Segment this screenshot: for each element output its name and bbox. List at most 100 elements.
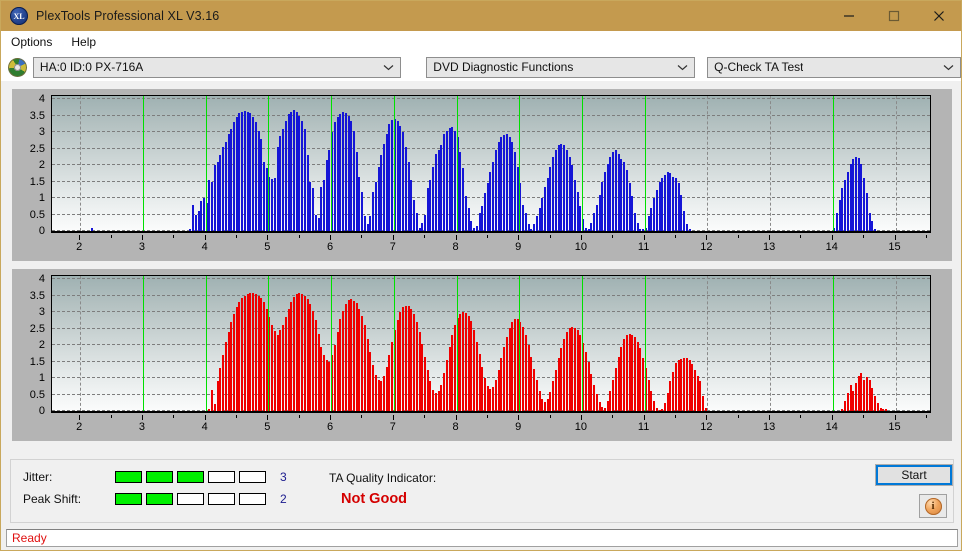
chart-bar <box>484 193 486 231</box>
chart-bar <box>506 133 508 231</box>
x-axis-minor-tick <box>675 235 676 238</box>
chart-bar <box>260 298 262 411</box>
chart-bar <box>536 379 538 411</box>
x-axis-minor-tick <box>925 235 927 238</box>
x-axis-minor-tick <box>424 415 426 418</box>
start-button[interactable]: Start <box>875 464 953 486</box>
chart-bar <box>530 229 532 231</box>
chart-bar <box>462 168 464 231</box>
chart-bar <box>225 341 227 411</box>
chart-bar <box>514 151 516 231</box>
x-axis-minor-tick <box>236 415 237 418</box>
chart-bar <box>525 212 527 231</box>
chart-bar <box>470 321 472 411</box>
marker-line <box>331 96 333 231</box>
chart-bar <box>238 113 240 231</box>
x-axis-tick-label: 8 <box>452 421 459 433</box>
chart-bar <box>847 171 849 231</box>
x-axis-tick-label: 15 <box>888 241 901 253</box>
chart-bar <box>585 227 587 231</box>
marker-line <box>205 96 207 231</box>
marker-line <box>393 96 395 231</box>
meter-cell <box>239 471 266 483</box>
chart-bar <box>653 401 655 411</box>
chart-bar <box>465 196 467 231</box>
status-bar: Ready <box>6 529 958 547</box>
chart-bar <box>593 384 595 411</box>
test-select[interactable]: Q-Check TA Test <box>707 56 961 78</box>
meter-cell <box>115 493 142 505</box>
chart-bar <box>195 214 197 231</box>
y-axis-tick-label: 3.5 <box>29 109 45 122</box>
x-axis-tick-label: 13 <box>762 421 776 433</box>
minimize-icon[interactable] <box>826 1 871 31</box>
chart-bar <box>372 364 374 411</box>
chart-bar <box>481 206 483 231</box>
chart-bar <box>866 193 868 231</box>
chart-bar <box>249 293 251 411</box>
chart-bar <box>615 368 617 411</box>
grid-line-horizontal <box>52 327 930 329</box>
chart-bar <box>593 212 595 231</box>
chart-bar <box>388 124 390 231</box>
x-axis-tick-label: 13 <box>762 241 776 253</box>
chart-bar <box>222 355 224 411</box>
marker-line <box>393 276 395 411</box>
marker-line <box>456 276 458 411</box>
x-axis-tick-label: 7 <box>389 241 396 253</box>
maximize-icon[interactable] <box>871 1 916 31</box>
chart-bar <box>328 361 330 411</box>
x-axis-tick-label: 4 <box>201 421 208 433</box>
function-select[interactable]: DVD Diagnostic Functions <box>426 56 696 78</box>
chart-bar <box>233 122 235 231</box>
chart-bar <box>694 369 696 411</box>
chart-bar <box>705 407 707 411</box>
marker-line <box>519 96 521 231</box>
chart-bar <box>214 404 216 411</box>
chart-bar <box>563 338 565 411</box>
chart-bar <box>421 222 423 231</box>
grid-line-vertical <box>770 276 772 411</box>
x-axis-tick <box>330 235 332 240</box>
chart-bar <box>222 147 224 231</box>
marker-line <box>581 96 583 231</box>
peak-shift-meter-row: Peak Shift: 2 <box>23 492 287 506</box>
chart-bar <box>375 181 377 231</box>
chart-bar <box>249 113 251 231</box>
chart-bar <box>285 120 287 231</box>
chart-bar <box>481 366 483 411</box>
chart-bar <box>533 368 535 411</box>
x-axis-tick <box>79 415 81 420</box>
chart-bar <box>680 358 682 411</box>
chart-bar <box>620 346 622 411</box>
window-title: PlexTools Professional XL V3.16 <box>36 9 220 23</box>
menu-item-help[interactable]: Help <box>62 33 105 51</box>
x-axis-minor-tick <box>863 415 865 418</box>
chart-bar <box>312 310 314 411</box>
close-icon[interactable] <box>916 1 961 31</box>
chart-bar <box>489 171 491 231</box>
marker-line <box>644 276 646 411</box>
chart-bar <box>650 207 652 231</box>
chart-bar <box>369 351 371 411</box>
jitter-label: Jitter: <box>23 470 53 484</box>
x-axis-tick <box>706 235 708 240</box>
xl-logo-icon: XL <box>10 7 28 25</box>
x-axis-minor-tick <box>361 415 363 418</box>
x-axis-tick <box>769 415 771 420</box>
chart-bar <box>200 200 202 231</box>
drive-select[interactable]: HA:0 ID:0 PX-716A <box>32 56 402 78</box>
grid-line-horizontal <box>52 278 930 280</box>
menu-item-options[interactable]: Options <box>2 33 61 51</box>
chart-bar <box>252 117 254 231</box>
chart-bar <box>664 175 666 231</box>
chart-bar <box>410 308 412 411</box>
chart-bar <box>500 137 502 231</box>
chart-bar <box>298 293 300 411</box>
peak-shift-meter <box>115 493 266 505</box>
chart-bar <box>609 390 611 411</box>
chart-bar <box>241 111 243 231</box>
chart-bar <box>345 113 347 231</box>
info-button[interactable]: i <box>919 494 947 518</box>
y-axis-tick-label: 1 <box>38 372 45 385</box>
